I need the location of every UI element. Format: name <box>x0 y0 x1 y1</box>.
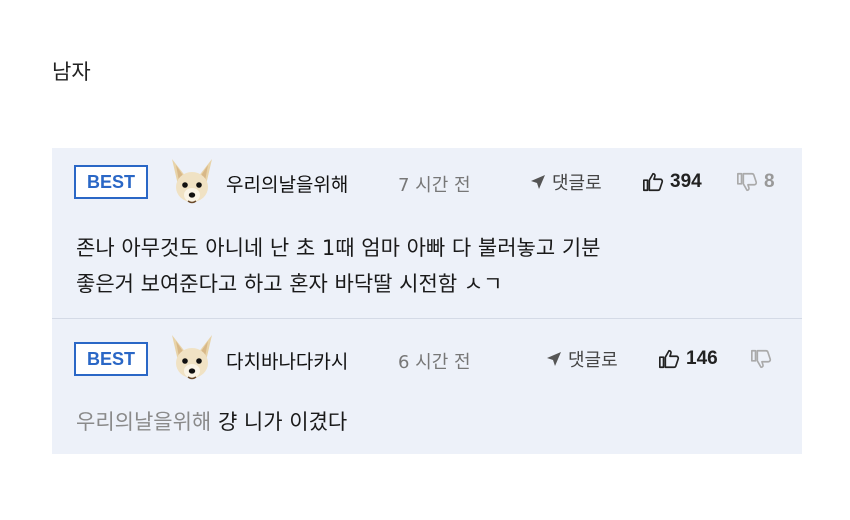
reply-button[interactable]: 댓글로 <box>546 345 618 373</box>
comment-item: BEST 우리의날을위해 7 시간 전 댓글로 394 8 존나 아무것도 아니… <box>52 148 802 318</box>
comment-item: BEST 다치바나다카시 6 시간 전 댓글로 146 우리의날을위해 걍 니가… <box>52 319 802 454</box>
comment-timestamp: 7 시간 전 <box>398 175 471 196</box>
comment-text: 걍 니가 이겼다 <box>217 410 348 434</box>
thumbs-up-icon <box>642 171 664 193</box>
best-badge: BEST <box>74 342 148 376</box>
comment-body: 우리의날을위해 걍 니가 이겼다 <box>76 404 347 440</box>
dislike-button[interactable] <box>750 345 772 373</box>
reply-arrow-icon <box>530 174 546 190</box>
comment-username[interactable]: 다치바나다카시 <box>226 347 348 374</box>
comment-timestamp: 6 시간 전 <box>398 352 471 373</box>
like-count: 146 <box>686 348 718 369</box>
like-button[interactable]: 394 <box>642 168 702 196</box>
dislike-button[interactable]: 8 <box>736 168 775 196</box>
dislike-count: 8 <box>764 171 775 192</box>
best-comments-panel: BEST 우리의날을위해 7 시간 전 댓글로 394 8 존나 아무것도 아니… <box>52 148 802 454</box>
like-button[interactable]: 146 <box>658 345 718 373</box>
reply-label: 댓글로 <box>568 350 618 371</box>
page-title: 남자 <box>52 60 91 84</box>
best-badge: BEST <box>74 165 148 199</box>
comment-line: 좋은거 보여준다고 하고 혼자 바닥딸 시전함 ㅅㄱ <box>76 272 503 296</box>
thumbs-up-icon <box>658 348 680 370</box>
reply-label: 댓글로 <box>552 173 602 194</box>
thumbs-down-icon <box>750 348 772 370</box>
like-count: 394 <box>670 171 702 192</box>
dog-avatar[interactable] <box>166 333 218 385</box>
reply-button[interactable]: 댓글로 <box>530 168 602 196</box>
comment-body: 존나 아무것도 아니네 난 초 1때 엄마 아빠 다 불러놓고 기분 좋은거 보… <box>76 230 600 302</box>
comment-username[interactable]: 우리의날을위해 <box>226 170 348 197</box>
reply-arrow-icon <box>546 351 562 367</box>
reply-mention[interactable]: 우리의날을위해 <box>76 410 211 434</box>
comment-line: 존나 아무것도 아니네 난 초 1때 엄마 아빠 다 불러놓고 기분 <box>76 236 601 260</box>
thumbs-down-icon <box>736 171 758 193</box>
dog-avatar[interactable] <box>166 157 218 209</box>
